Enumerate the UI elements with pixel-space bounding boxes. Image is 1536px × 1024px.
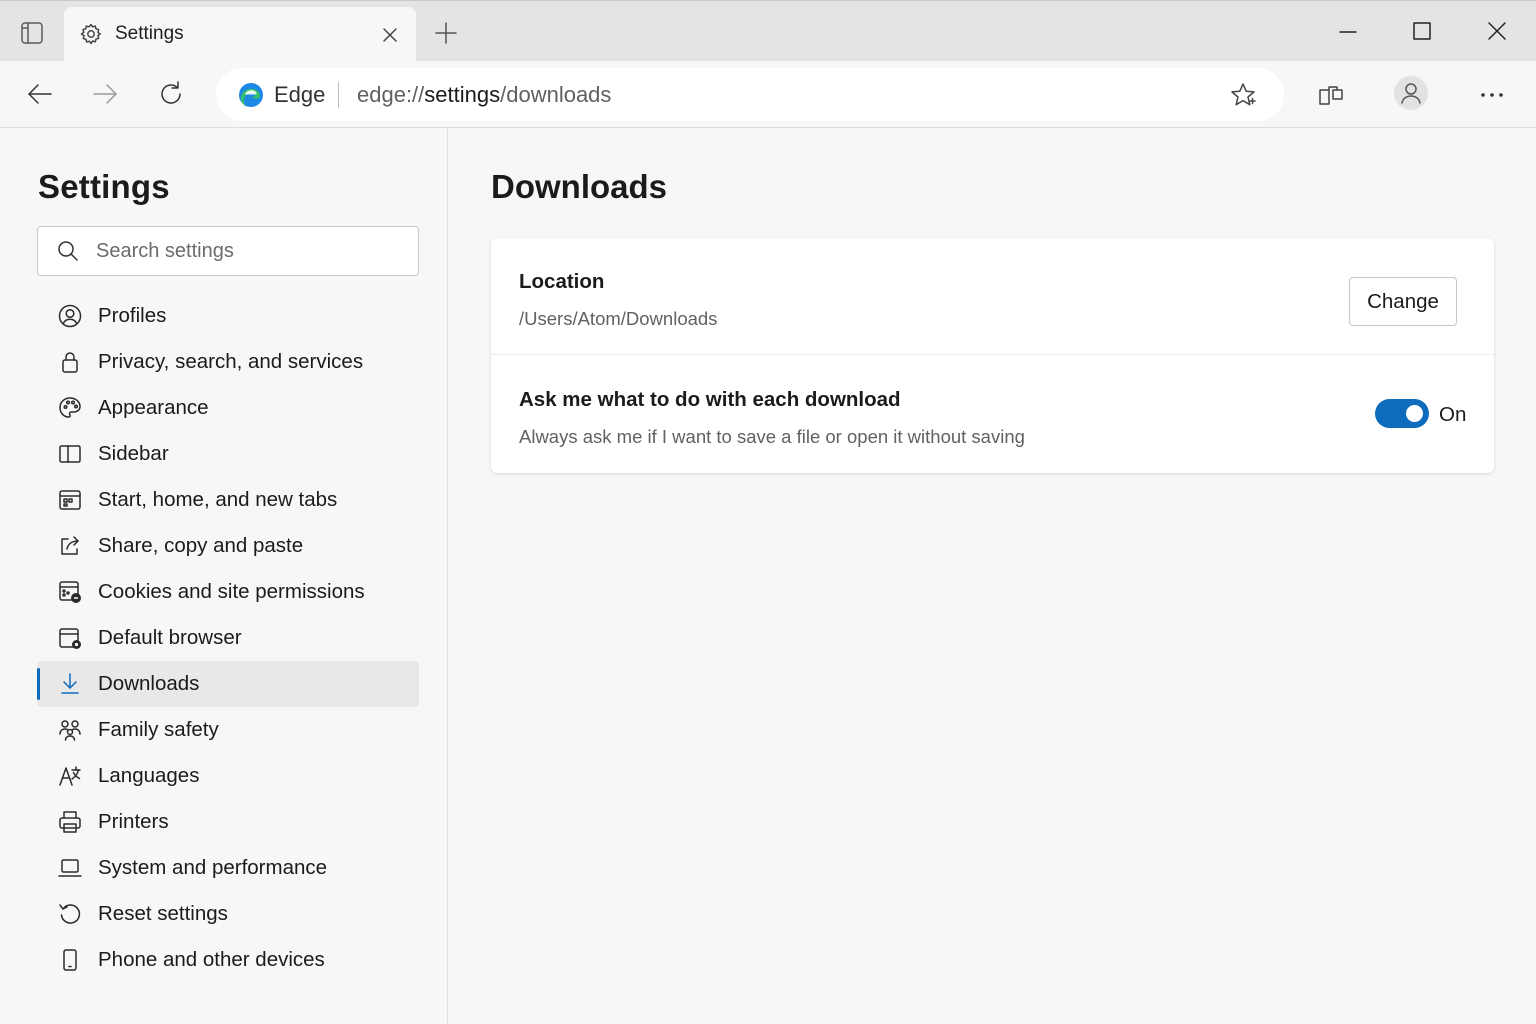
url-scheme: edge:// — [357, 82, 425, 107]
settings-sidebar: Settings Profiles Privacy, search, and s… — [0, 128, 448, 1024]
new-tab-plus-icon[interactable] — [432, 19, 460, 47]
phone-icon — [57, 947, 83, 973]
sidebar-item-profiles[interactable]: Profiles — [37, 293, 419, 339]
tab-title: Settings — [115, 23, 184, 44]
sidebar-icon — [57, 441, 83, 467]
change-location-button[interactable]: Change — [1349, 277, 1457, 326]
search-box[interactable] — [37, 226, 419, 276]
sidebar-item-family-safety[interactable]: Family safety — [37, 707, 419, 753]
sidebar-item-reset[interactable]: Reset settings — [37, 891, 419, 937]
ask-download-toggle[interactable] — [1375, 399, 1429, 428]
toggle-state-label: On — [1439, 403, 1467, 426]
url-path: /downloads — [500, 82, 612, 107]
gear-icon — [79, 22, 103, 46]
sidebar-item-phone-devices[interactable]: Phone and other devices — [37, 937, 419, 983]
url-host: settings — [424, 82, 501, 107]
ask-download-description: Always ask me if I want to save a file o… — [519, 426, 1025, 447]
close-tab-icon[interactable] — [379, 24, 401, 46]
cookies-icon — [57, 579, 83, 605]
languages-icon — [57, 763, 83, 789]
calendar-grid-icon — [57, 487, 83, 513]
sidebar-item-label: Phone and other devices — [98, 948, 325, 971]
laptop-icon — [57, 855, 83, 881]
settings-nav-list: Profiles Privacy, search, and services A… — [37, 293, 419, 983]
address-divider — [338, 82, 339, 108]
search-icon — [56, 239, 80, 263]
profile-icon — [57, 303, 83, 329]
url-text[interactable]: edge://settings/downloads — [357, 82, 611, 108]
browser-toolbar: Edge edge://settings/downloads — [0, 61, 1536, 128]
reset-icon — [57, 901, 83, 927]
sidebar-item-label: Reset settings — [98, 902, 228, 925]
collections-icon[interactable] — [1316, 80, 1346, 110]
sidebar-item-label: Privacy, search, and services — [98, 350, 364, 373]
minimize-icon[interactable] — [1332, 15, 1364, 47]
download-icon — [57, 671, 83, 697]
sidebar-item-privacy[interactable]: Privacy, search, and services — [37, 339, 419, 385]
sidebar-item-label: Family safety — [98, 718, 219, 741]
downloads-settings-card: Location /Users/Atom/Downloads Change As… — [491, 238, 1494, 473]
sidebar-item-languages[interactable]: Languages — [37, 753, 419, 799]
ask-download-row: Ask me what to do with each download Alw… — [491, 356, 1494, 473]
ask-download-title: Ask me what to do with each download — [519, 388, 901, 411]
sidebar-item-default-browser[interactable]: Default browser — [37, 615, 419, 661]
sidebar-title: Settings — [38, 168, 170, 205]
address-bar[interactable]: Edge edge://settings/downloads — [216, 68, 1284, 121]
sidebar-item-printers[interactable]: Printers — [37, 799, 419, 845]
sidebar-item-appearance[interactable]: Appearance — [37, 385, 419, 431]
sidebar-item-label: Appearance — [98, 396, 209, 419]
palette-icon — [57, 395, 83, 421]
edge-logo-icon — [238, 82, 264, 108]
default-browser-icon — [57, 625, 83, 651]
page-title: Downloads — [491, 168, 668, 205]
sidebar-item-share-copy[interactable]: Share, copy and paste — [37, 523, 419, 569]
tab-actions-icon[interactable] — [18, 19, 46, 47]
profile-avatar-icon[interactable] — [1394, 76, 1428, 110]
location-row: Location /Users/Atom/Downloads Change — [491, 238, 1494, 355]
refresh-icon[interactable] — [155, 78, 187, 110]
favorite-star-icon[interactable] — [1229, 81, 1257, 109]
sidebar-item-label: Start, home, and new tabs — [98, 488, 338, 511]
sidebar-item-sidebar[interactable]: Sidebar — [37, 431, 419, 477]
sidebar-item-system-performance[interactable]: System and performance — [37, 845, 419, 891]
family-icon — [57, 717, 83, 743]
window-close-icon[interactable] — [1481, 15, 1513, 47]
sidebar-item-label: Profiles — [98, 304, 167, 327]
more-options-icon[interactable] — [1476, 81, 1508, 109]
sidebar-item-label: System and performance — [98, 856, 328, 879]
tab-settings[interactable]: Settings — [64, 7, 416, 62]
sidebar-item-label: Cookies and site permissions — [98, 580, 365, 603]
tab-strip: Settings — [0, 0, 1536, 62]
sidebar-item-label: Languages — [98, 764, 200, 787]
sidebar-item-label: Share, copy and paste — [98, 534, 304, 557]
share-icon — [57, 533, 83, 559]
location-path: /Users/Atom/Downloads — [519, 308, 718, 329]
sidebar-item-downloads[interactable]: Downloads — [37, 661, 419, 707]
toggle-knob — [1406, 405, 1423, 422]
lock-icon — [57, 349, 83, 375]
sidebar-item-label: Printers — [98, 810, 169, 833]
sidebar-item-label: Downloads — [98, 672, 200, 695]
search-input[interactable] — [96, 236, 396, 266]
address-brand-label: Edge — [274, 82, 326, 107]
maximize-icon[interactable] — [1406, 15, 1438, 47]
location-title: Location — [519, 270, 605, 293]
sidebar-item-cookies[interactable]: Cookies and site permissions — [37, 569, 419, 615]
sidebar-item-start-home[interactable]: Start, home, and new tabs — [37, 477, 419, 523]
back-arrow-icon[interactable] — [24, 78, 56, 110]
printer-icon — [57, 809, 83, 835]
sidebar-item-label: Sidebar — [98, 442, 169, 465]
sidebar-item-label: Default browser — [98, 626, 242, 649]
forward-arrow-icon[interactable] — [89, 78, 121, 110]
